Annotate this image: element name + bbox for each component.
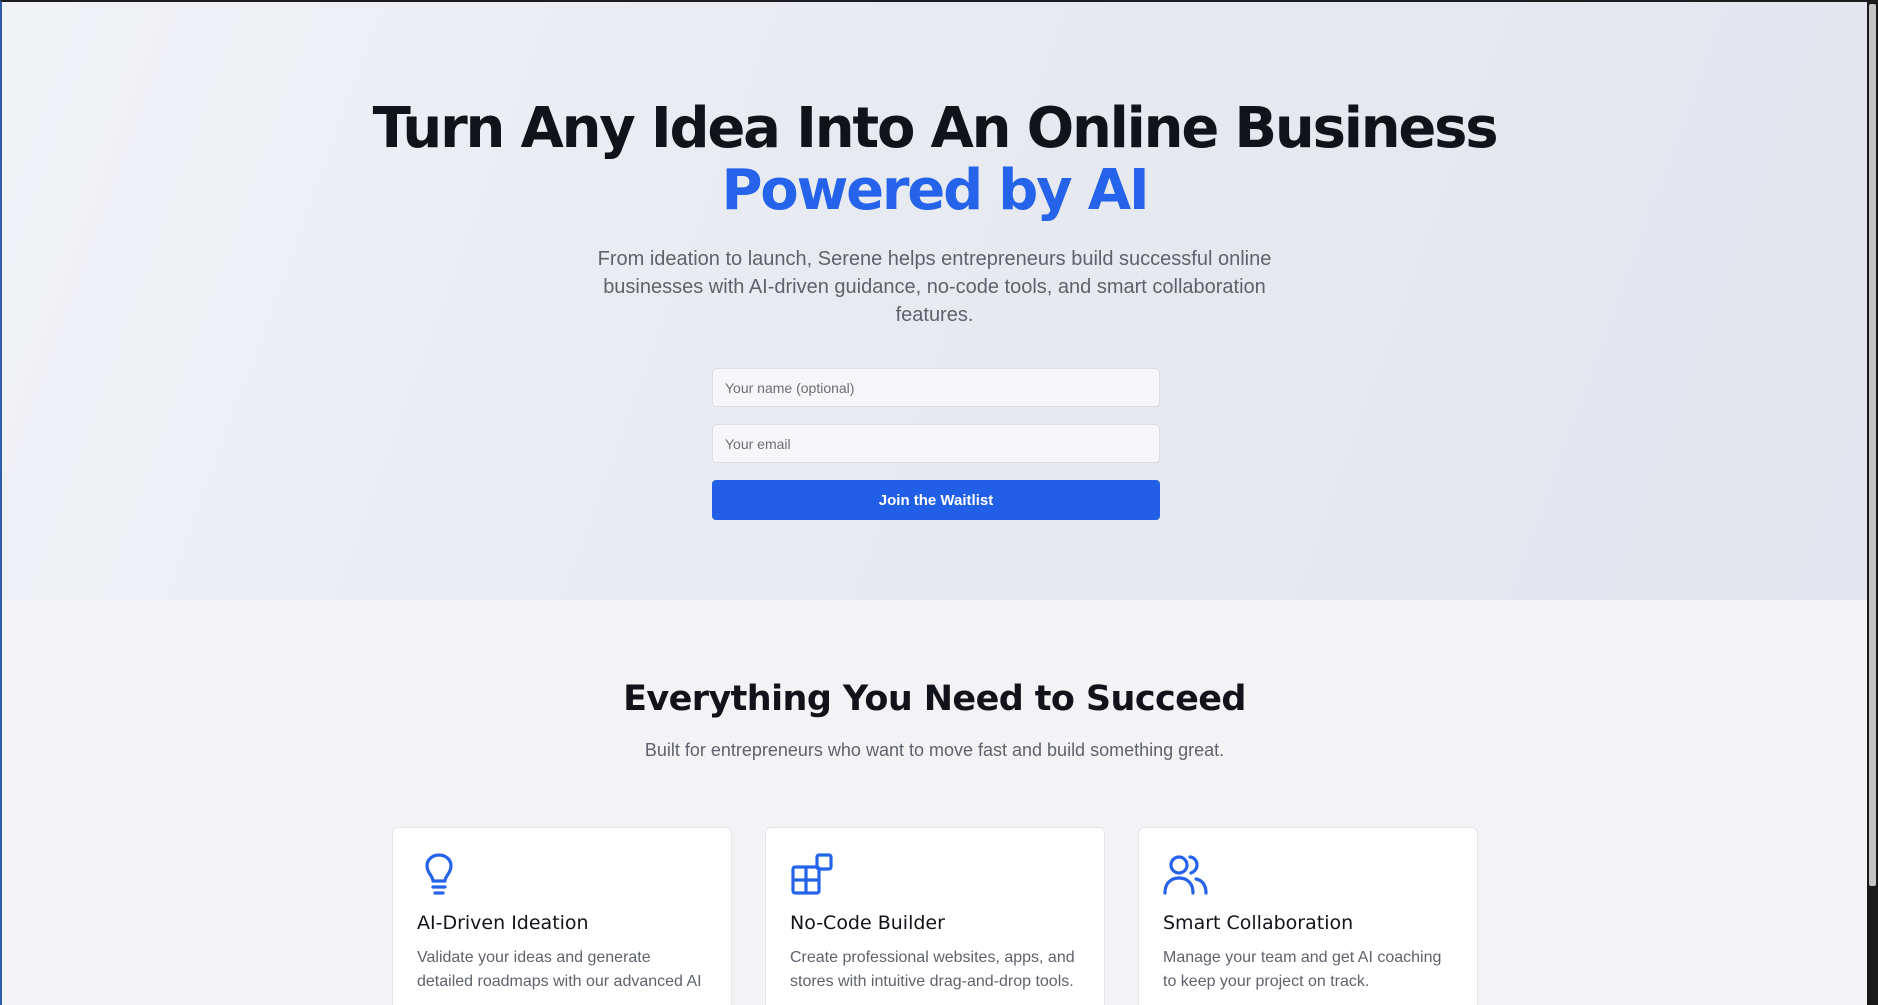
features-title: Everything You Need to Succeed <box>623 679 1246 719</box>
vertical-scrollbar[interactable] <box>1867 2 1878 1005</box>
blocks-icon <box>791 853 833 895</box>
features-section: Everything You Need to Succeed Built for… <box>2 600 1867 1005</box>
feature-card-ideation: AI-Driven Ideation Validate your ideas a… <box>392 827 732 1005</box>
hero-title: Turn Any Idea Into An Online Business Po… <box>2 98 1867 222</box>
scrollbar-thumb[interactable] <box>1869 4 1876 886</box>
hero-section: Turn Any Idea Into An Online Business Po… <box>2 2 1867 600</box>
waitlist-form: Join the Waitlist <box>712 368 1160 520</box>
name-input[interactable] <box>712 368 1160 407</box>
feature-card-description: Manage your team and get AI coaching to … <box>1163 949 1442 990</box>
lightbulb-icon <box>425 853 453 895</box>
join-waitlist-button[interactable]: Join the Waitlist <box>712 480 1160 520</box>
feature-card-collaboration: Smart Collaboration Manage your team and… <box>1138 827 1478 1005</box>
feature-card-description: Create professional websites, apps, and … <box>790 949 1075 990</box>
hero-subtitle: From ideation to launch, Serene helps en… <box>597 248 1272 326</box>
feature-card-title: AI-Driven Ideation <box>417 912 589 934</box>
feature-card-title: Smart Collaboration <box>1163 912 1354 934</box>
feature-card-builder: No-Code Builder Create professional webs… <box>765 827 1105 1005</box>
feature-card-title: No-Code Builder <box>790 912 945 934</box>
feature-card-description: Validate your ideas and generate detaile… <box>417 949 702 990</box>
features-subtitle: Built for entrepreneurs who want to move… <box>644 740 1225 760</box>
email-input[interactable] <box>712 424 1160 463</box>
users-icon <box>1163 855 1208 895</box>
page-frame: Turn Any Idea Into An Online Business Po… <box>0 0 1878 1005</box>
hero-title-line: Turn Any Idea Into An Online Business <box>372 96 1499 161</box>
hero-title-accent: Powered by AI <box>721 158 1149 223</box>
